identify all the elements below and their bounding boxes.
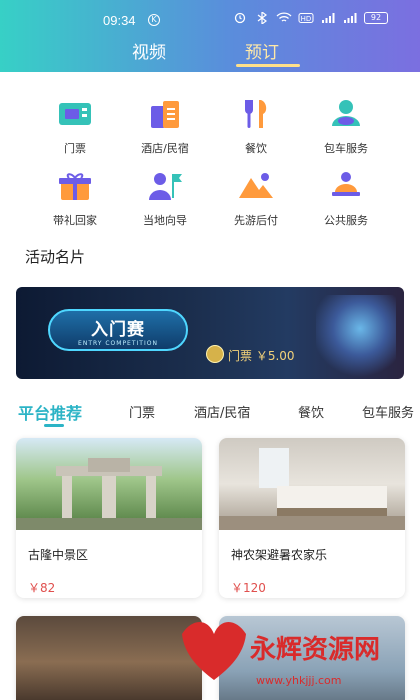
category-guide[interactable]: 当地向导 [115,170,215,228]
rec-tab-charter[interactable]: 包车服务 [362,402,414,421]
category-public-service[interactable]: 公共服务 [296,170,396,228]
status-bar: 09:34 K HD 92 [0,10,420,30]
k-badge-icon: K [148,14,160,26]
battery-icon: 92 [364,12,388,24]
tab-booking[interactable]: 预订 [245,38,279,63]
hd-icon: HD [298,13,314,23]
rec-tab-ticket[interactable]: 门票 [129,402,155,421]
gift-icon [59,173,91,200]
dining-icon [245,100,267,128]
category-dining[interactable]: 餐饮 [206,98,306,156]
product-card-2[interactable]: 神农架避暑农家乐 ￥120 [219,438,405,598]
mountain-icon [239,173,273,198]
card-image [219,438,405,530]
card-price: ￥82 [28,581,56,595]
signal-icon [322,13,335,23]
banner-subtitle: ENTRY COMPETITION [78,340,158,347]
section-title-activity: 活动名片 [25,248,86,266]
watermark-url: www.yhkjjj.com [256,674,342,687]
category-label: 包车服务 [324,142,368,155]
tab-active-indicator [236,64,300,67]
signal-icon-2 [344,13,357,23]
category-label: 公共服务 [324,214,368,227]
watermark-logo: 永辉资源网 www.yhkjjj.com [182,622,380,687]
wifi-icon [276,12,292,22]
category-label: 先游后付 [234,214,278,227]
status-time: 09:34 [103,13,136,28]
category-label: 餐饮 [245,142,267,155]
bedroom-illustration [219,448,405,530]
banner-character-image [316,295,396,379]
category-label: 当地向导 [143,214,187,227]
category-pay-later[interactable]: 先游后付 [206,170,306,228]
recommend-tab-bar: 平台推荐 门票 酒店/民宿 餐饮 包车服务 [0,400,420,430]
charter-car-icon [332,100,360,126]
card-image [16,438,202,530]
card-title: 神农架避暑农家乐 [231,548,328,562]
product-card-1[interactable]: 古隆中景区 ￥82 [16,438,202,598]
card-price: ￥120 [231,581,266,595]
alarm-icon [234,12,246,24]
category-label: 酒店/民宿 [141,142,189,155]
banner-price: 门票 ￥5.00 [228,349,295,363]
rec-tab-hotel[interactable]: 酒店/民宿 [194,402,250,421]
category-label: 门票 [64,142,86,155]
guide-icon [149,173,182,200]
category-hotel[interactable]: 酒店/民宿 [115,98,215,156]
tab-video[interactable]: 视频 [132,38,166,63]
category-label: 带礼回家 [53,214,97,227]
activity-banner[interactable]: 入门赛 ENTRY COMPETITION 门票 ￥5.00 [16,287,404,379]
ticket-icon [59,103,91,125]
rec-tab-dining[interactable]: 餐饮 [298,402,324,421]
public-service-icon [332,172,360,196]
hotel-icon [151,101,179,128]
gate-illustration [16,458,202,530]
category-ticket[interactable]: 门票 [25,98,125,156]
rec-tab-indicator [44,424,64,427]
banner-title: 入门赛 [91,320,145,340]
card-title: 古隆中景区 [28,548,89,562]
coin-icon [206,345,224,363]
status-icons: HD 92 [232,12,388,24]
category-charter[interactable]: 包车服务 [296,98,396,156]
svg-text:HD: HD [301,15,312,23]
rec-tab-platform[interactable]: 平台推荐 [18,400,82,424]
product-card-3[interactable] [16,616,202,700]
watermark-text: 永辉资源网 [250,635,380,665]
app-header: 09:34 K HD 92 视频 预订 [0,0,420,72]
card-image [16,616,202,700]
bluetooth-icon [257,12,267,24]
category-gift[interactable]: 带礼回家 [25,170,125,228]
top-tab-bar: 视频 预订 [0,38,420,68]
banner-badge: 入门赛 ENTRY COMPETITION [48,309,188,351]
